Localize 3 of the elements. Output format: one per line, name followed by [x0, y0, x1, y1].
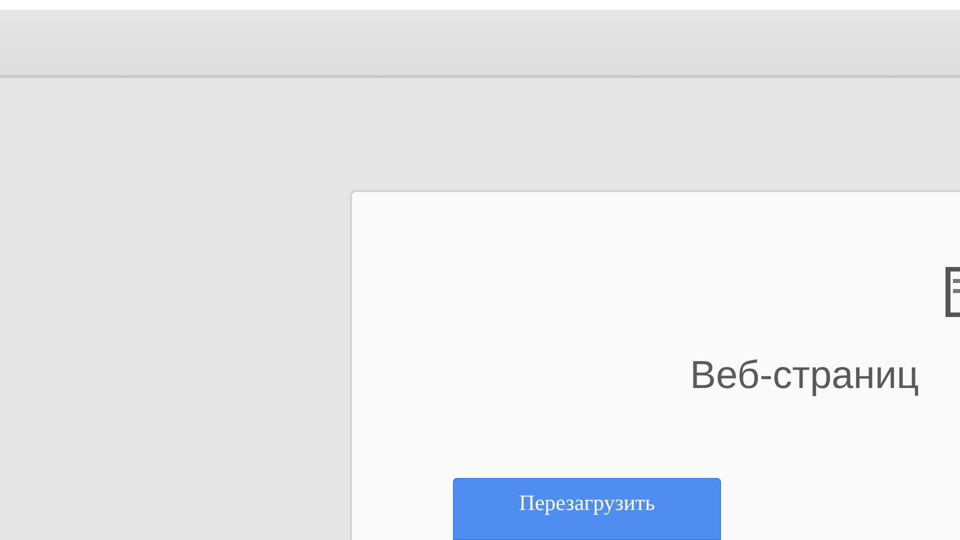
reload-button[interactable]: Перезагрузить [453, 478, 721, 540]
document-icon [945, 267, 960, 317]
error-message: Веб-страниц [690, 353, 919, 399]
